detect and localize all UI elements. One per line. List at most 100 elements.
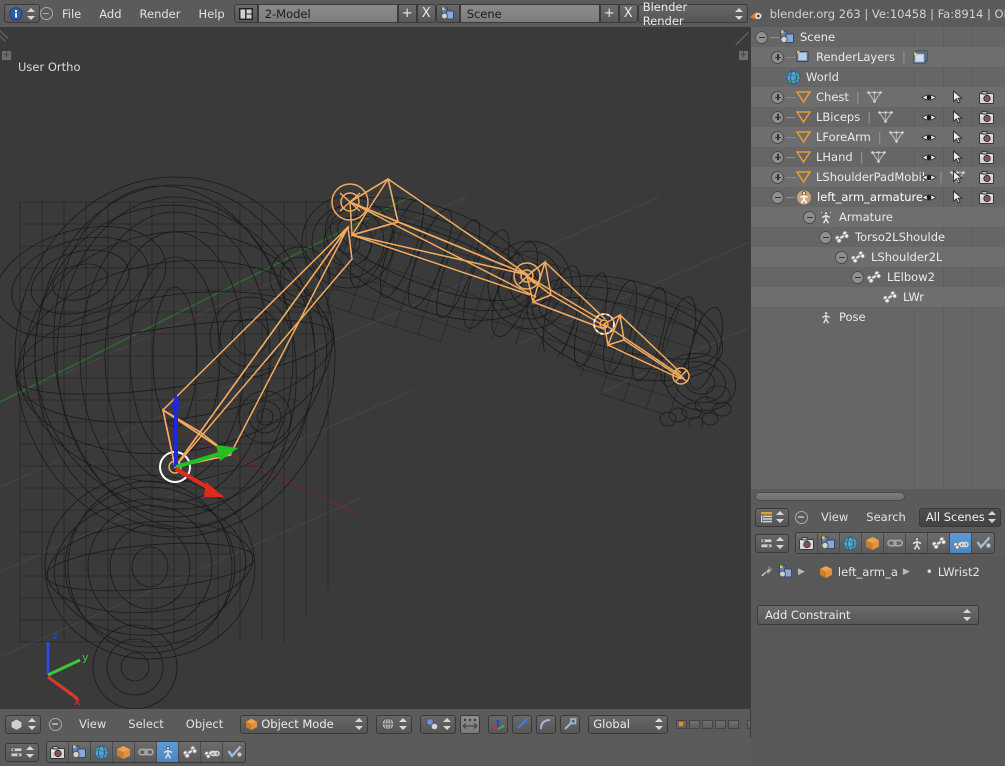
- pivot-point-selector[interactable]: [420, 714, 457, 734]
- scale-manipulator-button[interactable]: [536, 714, 557, 734]
- add-scene-button[interactable]: +: [599, 4, 619, 23]
- outliner-toggle-camera[interactable]: [972, 127, 1001, 147]
- layer-3[interactable]: [702, 719, 714, 729]
- outliner-menu-search[interactable]: Search: [857, 510, 915, 524]
- add-screen-button[interactable]: +: [397, 4, 417, 23]
- properties-tab-bone-constraint[interactable]: [950, 533, 972, 553]
- transform-gizmo-extra-button[interactable]: [560, 714, 581, 734]
- outliner-menu-view[interactable]: View: [812, 510, 857, 524]
- properties-tab-object[interactable]: [862, 533, 884, 553]
- collapse-minus-icon[interactable]: [803, 210, 816, 224]
- properties-tab-world[interactable]: [840, 533, 862, 553]
- bottom-properties-tab-constraints[interactable]: [135, 742, 157, 762]
- collapse-minus-icon[interactable]: [755, 30, 768, 44]
- editor-type-outliner-selector[interactable]: [755, 507, 789, 527]
- outliner-toggle-camera[interactable]: [972, 167, 1001, 187]
- bottom-properties-tab-strip[interactable]: [46, 741, 246, 763]
- menu-help[interactable]: Help: [189, 7, 233, 21]
- bottom-properties-tab-material[interactable]: [223, 742, 245, 762]
- outliner-toggle-eye[interactable]: [914, 167, 943, 187]
- bottom-properties-tab-bone-constraint[interactable]: [201, 742, 223, 762]
- outliner-toggle-camera[interactable]: [972, 107, 1001, 127]
- layer-4[interactable]: [715, 719, 727, 729]
- collapse-minus-icon[interactable]: [819, 230, 832, 244]
- screen-layout-field[interactable]: 2-Model: [257, 4, 398, 23]
- outliner-toggle-cursor[interactable]: [943, 87, 972, 107]
- properties-tab-strip[interactable]: [795, 532, 995, 554]
- delete-screen-button[interactable]: X: [416, 4, 436, 23]
- collapse-minus-icon[interactable]: [835, 250, 848, 264]
- bottom-properties-tab-render[interactable]: [47, 742, 69, 762]
- outliner-toggle-cursor[interactable]: [943, 187, 972, 207]
- properties-tab-material[interactable]: [972, 533, 994, 553]
- expand-plus-icon[interactable]: [771, 150, 784, 164]
- properties-tab-bone[interactable]: [928, 533, 950, 553]
- editor-type-3dview-selector[interactable]: [5, 714, 41, 734]
- viewport-corner-widget-tr[interactable]: [735, 27, 750, 46]
- outliner-row-lbiceps[interactable]: LBiceps |: [751, 107, 1005, 127]
- menu-add[interactable]: Add: [90, 7, 130, 21]
- render-engine-selector[interactable]: Blender Render: [637, 0, 748, 28]
- rotate-manipulator-button[interactable]: [512, 714, 533, 734]
- outliner-toggle-eye[interactable]: [914, 107, 943, 127]
- toolshelf-expand-plus[interactable]: +: [2, 51, 11, 60]
- menu-render[interactable]: Render: [131, 7, 190, 21]
- outliner-row-renderlayers[interactable]: RenderLayers |: [751, 47, 1005, 67]
- bottom-properties-tab-armature-data[interactable]: [157, 742, 179, 762]
- collapse-minus-icon[interactable]: [851, 270, 864, 284]
- outliner-row-torso2lshoulde[interactable]: Torso2LShoulde: [751, 227, 1005, 247]
- editor-type-properties-selector-bottom[interactable]: [5, 742, 39, 762]
- outliner-editor[interactable]: Scene RenderLayers | World Chest | LBiceps | LFo…: [751, 27, 1005, 489]
- bottom-properties-tab-world[interactable]: [91, 742, 113, 762]
- 3d-viewport[interactable]: z y x User Ortho (21) left_arm_armature …: [0, 27, 750, 709]
- outliner-row-scene[interactable]: Scene: [751, 27, 1005, 47]
- outliner-toggle-cursor[interactable]: [943, 147, 972, 167]
- outliner-row-left-arm-armature[interactable]: left_arm_armature: [751, 187, 1005, 207]
- outliner-row-pose[interactable]: Pose: [751, 307, 1005, 327]
- scene-icon[interactable]: [779, 565, 793, 578]
- viewport-menu-view[interactable]: View: [70, 717, 115, 731]
- collapse-menu-icon[interactable]: [49, 717, 62, 731]
- viewport-shading-selector[interactable]: [376, 714, 413, 734]
- expand-plus-icon[interactable]: [771, 90, 784, 104]
- scene-name-field[interactable]: Scene: [459, 4, 600, 23]
- outliner-toggle-eye[interactable]: [914, 87, 943, 107]
- outliner-row-lshoulder2l[interactable]: LShoulder2L: [751, 247, 1005, 267]
- translate-manipulator-button[interactable]: [488, 714, 509, 734]
- outliner-toggle-eye[interactable]: [914, 187, 943, 207]
- outliner-toggle-camera[interactable]: [972, 87, 1001, 107]
- properties-tab-constraints[interactable]: [884, 533, 906, 553]
- outliner-scrollbar-region[interactable]: [751, 489, 1005, 504]
- expand-plus-icon[interactable]: [771, 50, 784, 64]
- pin-icon[interactable]: [759, 564, 774, 579]
- outliner-row-world[interactable]: World: [751, 67, 1005, 87]
- viewport-menu-select[interactable]: Select: [119, 717, 172, 731]
- screen-layout-icon[interactable]: [233, 4, 258, 23]
- viewport-corner-widget-tl[interactable]: [0, 27, 14, 42]
- outliner-display-mode-selector[interactable]: All Scenes: [918, 507, 1001, 527]
- outliner-toggle-eye[interactable]: [914, 127, 943, 147]
- outliner-row-lhand[interactable]: LHand |: [751, 147, 1005, 167]
- outliner-hscrollbar[interactable]: [755, 492, 905, 501]
- editor-type-info-selector[interactable]: [4, 4, 40, 23]
- properties-tab-render[interactable]: [796, 533, 818, 553]
- outliner-row-lshoulderpadmobile[interactable]: LShoulderPadMobile |: [751, 167, 1005, 187]
- layer-1[interactable]: [676, 719, 688, 729]
- outliner-toggle-eye[interactable]: [914, 147, 943, 167]
- bottom-properties-tab-object[interactable]: [113, 742, 135, 762]
- properties-region-expand-plus[interactable]: +: [739, 51, 748, 60]
- layer-2[interactable]: [689, 719, 701, 729]
- outliner-toggle-cursor[interactable]: [943, 107, 972, 127]
- breadcrumb-object-label[interactable]: left_arm_a: [838, 565, 898, 579]
- expand-plus-icon[interactable]: [771, 130, 784, 144]
- menu-file[interactable]: File: [53, 7, 90, 21]
- manipulator-toggle-button[interactable]: [460, 714, 481, 734]
- properties-tab-armature-data[interactable]: [906, 533, 928, 553]
- object-cube-icon[interactable]: [819, 565, 833, 579]
- transform-orientation-selector[interactable]: Global: [588, 714, 669, 734]
- collapse-minus-icon[interactable]: [771, 190, 784, 204]
- outliner-row-lwr[interactable]: LWr: [751, 287, 1005, 307]
- outliner-row-lforearm[interactable]: LForeArm |: [751, 127, 1005, 147]
- layer-5[interactable]: [728, 719, 740, 729]
- outliner-toggle-cursor[interactable]: [943, 127, 972, 147]
